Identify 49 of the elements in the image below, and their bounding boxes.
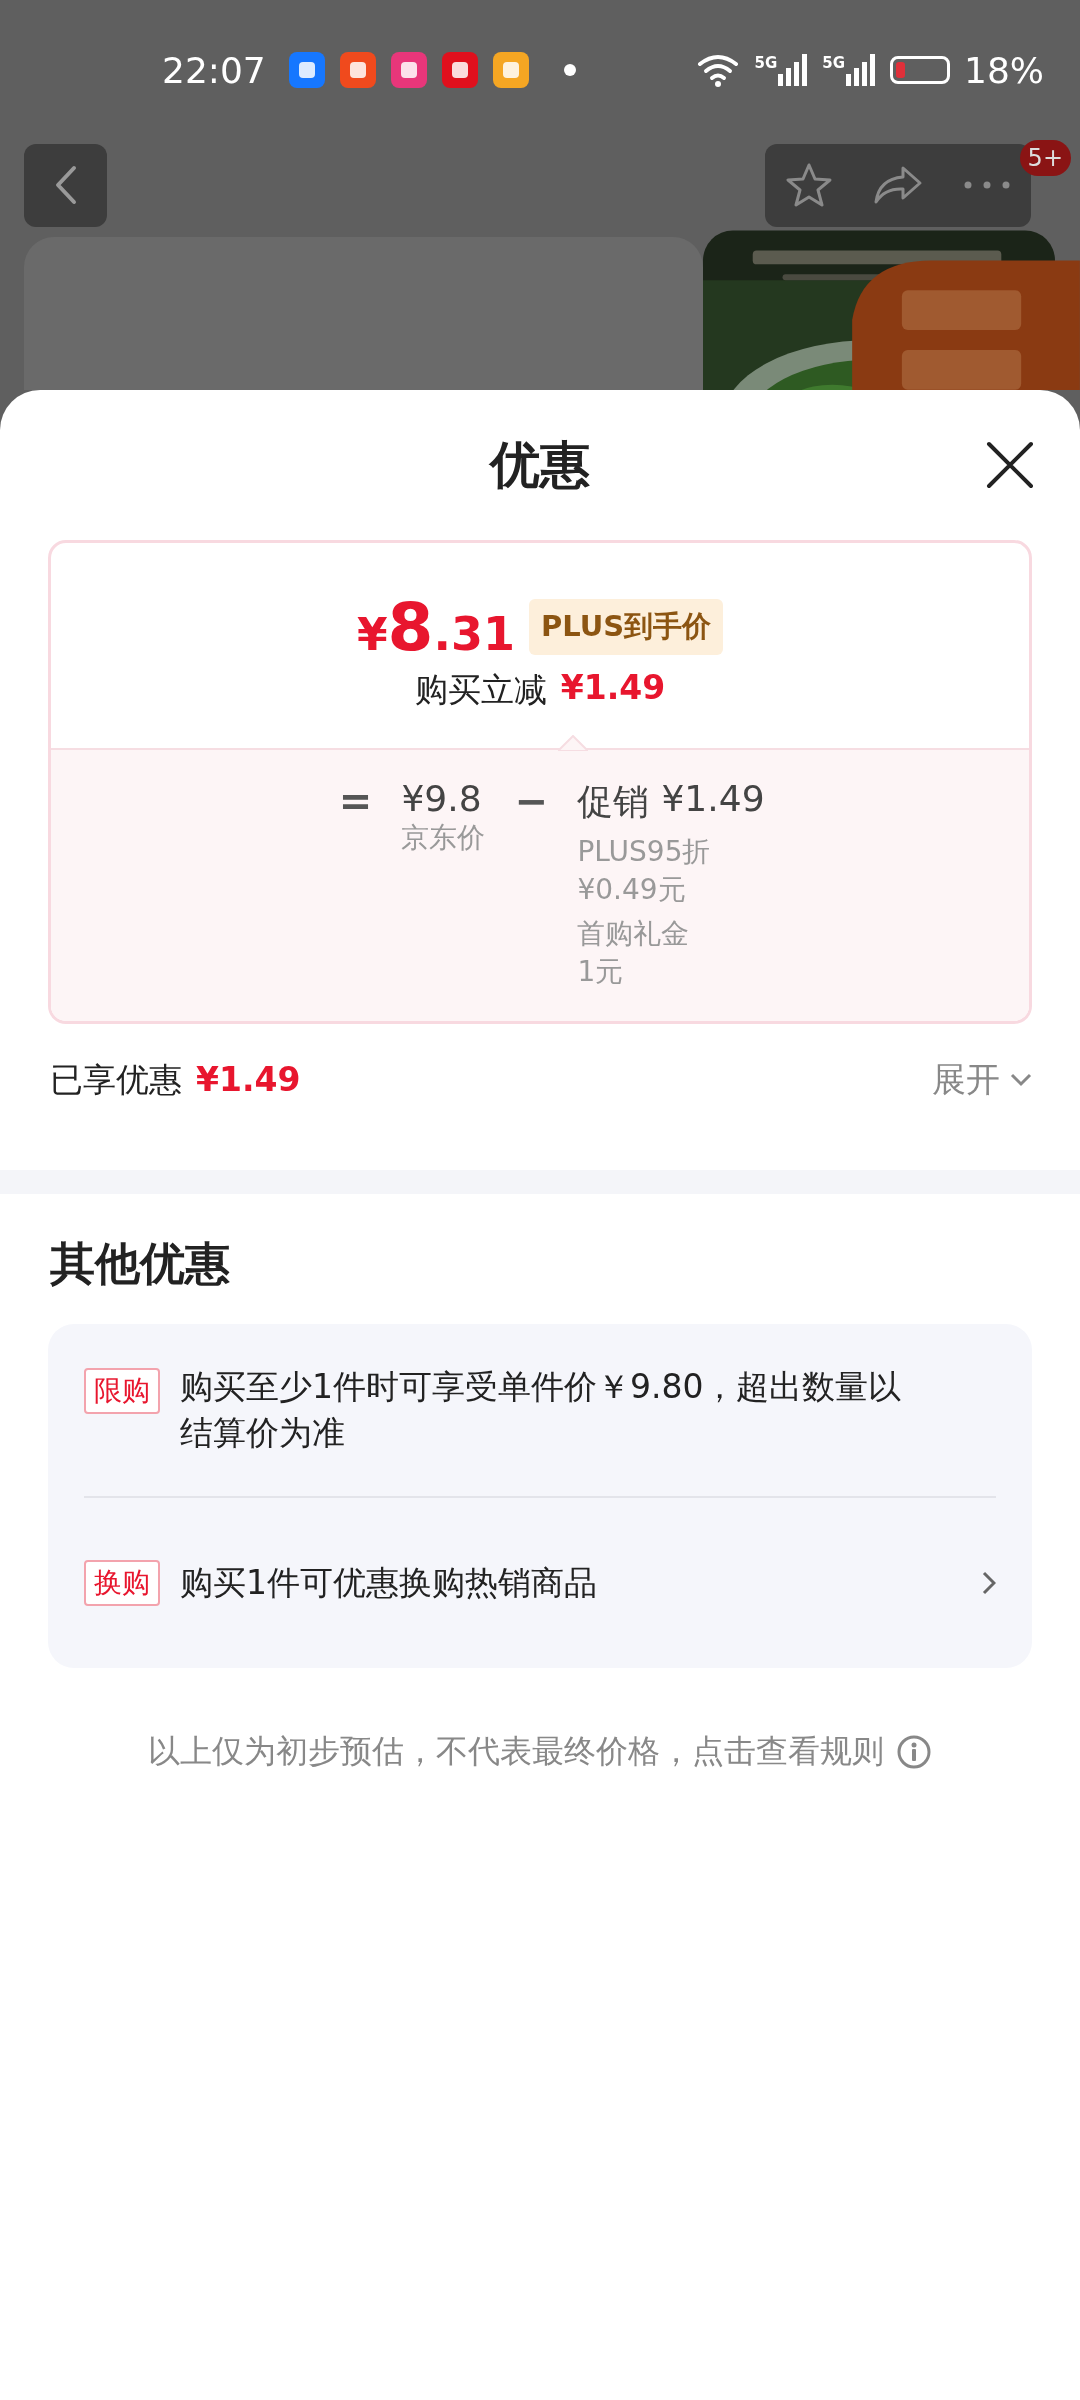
discount-label: 购买立减 [414,668,547,711]
base-price: ¥9.8 [401,778,483,819]
savings-label: 已享优惠 [50,1058,182,1101]
discount-value: ¥0.49元 [577,872,687,908]
share-icon [873,165,923,205]
section-title: 其他优惠 [49,1236,231,1292]
clock: 22:07 [162,49,266,91]
back-button[interactable] [24,143,107,227]
signal-icon [778,54,809,86]
offer-text[interactable]: 购买1件可优惠换购热销商品 [180,1560,597,1606]
savings-amount: ¥1.49 [196,1059,301,1099]
wifi-icon [696,52,741,88]
back-icon [53,165,78,205]
price-tag: PLUS到手价 [528,599,724,655]
network-label: 5G [822,54,845,72]
minus-sign: − [513,778,550,824]
network-label: 5G [754,54,778,72]
base-price-label: 京东价 [401,820,486,856]
chevron-down-icon [1010,1073,1032,1087]
offer-text: 购买至少1件时可享受单件价￥9.80，超出数量以结算价为准 [180,1366,903,1454]
app-icon [288,52,325,88]
battery-icon [890,56,950,84]
promo-amount: ¥1.49 [661,778,765,821]
expand-button[interactable]: 展开 [932,1057,1032,1103]
app-icon [441,52,478,88]
rules-link[interactable]: 以上仅为初步预估，不代表最终价格，点击查看规则 [148,1730,884,1774]
more-icon [963,181,1010,189]
notification-dot-icon [563,64,576,76]
signal-icon [846,54,876,86]
notification-badge: 5+ [1019,139,1071,176]
offer-tag: 换购 [84,1560,160,1606]
info-icon[interactable] [896,1734,932,1770]
discount-value: 1元 [577,954,625,990]
app-icon [492,52,529,88]
close-button[interactable] [986,441,1034,489]
discount-amount: ¥1.49 [560,667,666,709]
discount-name: PLUS95折 [577,834,712,870]
final-price: ¥8.31 [356,588,515,666]
star-icon [786,162,833,208]
app-icon [339,52,376,88]
app-icon [390,52,427,88]
chevron-right-icon[interactable] [982,1571,996,1595]
equals-sign: = [337,778,374,824]
battery-percentage: 18% [964,49,1044,91]
sheet-title: 优惠 [490,434,590,496]
discount-name: 首购礼金 [577,916,691,952]
offer-tag: 限购 [84,1368,160,1414]
promo-label: 促销 [577,780,650,824]
close-icon [986,441,1034,489]
